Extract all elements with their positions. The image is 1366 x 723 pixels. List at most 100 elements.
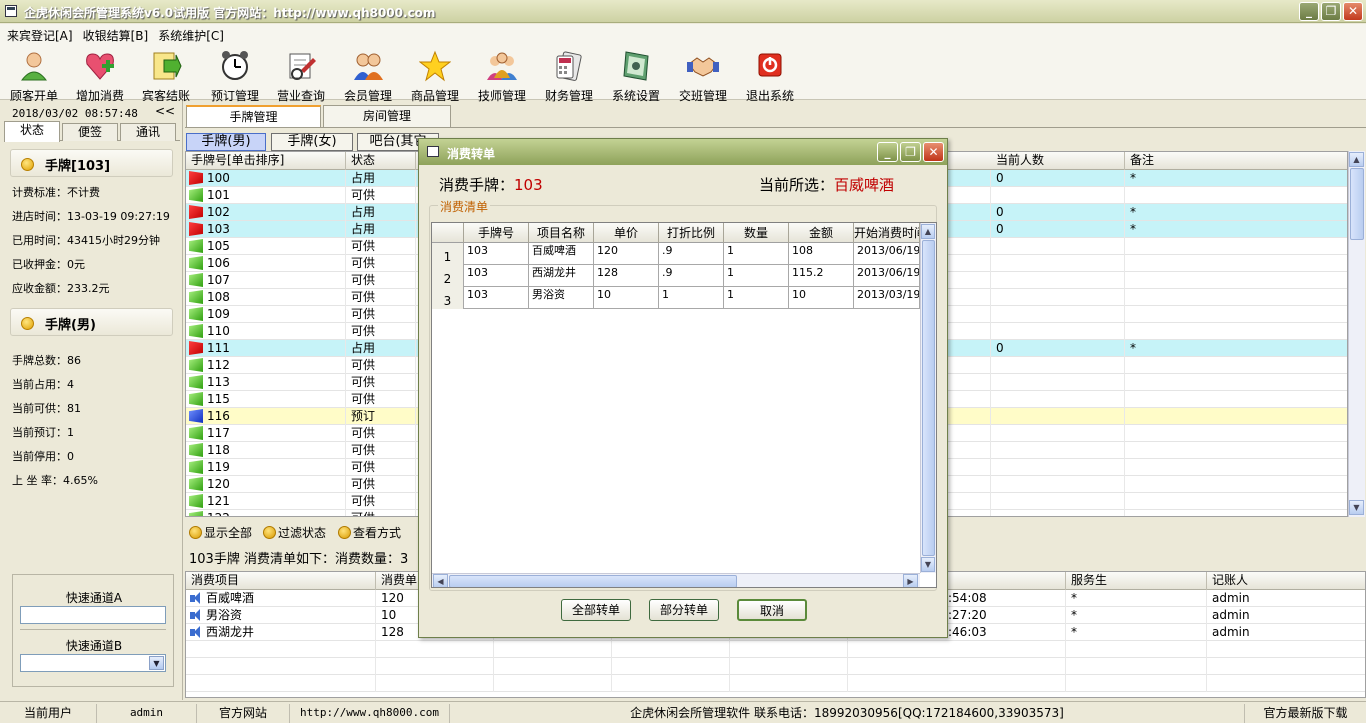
system-settings-button[interactable]: 系统设置: [603, 48, 669, 103]
cancel-button[interactable]: 取消: [737, 599, 807, 621]
cell-price: 120: [594, 243, 659, 265]
add-consume-button[interactable]: 增加消费: [67, 48, 133, 103]
cell-card: 110: [186, 323, 346, 340]
technician-management-button[interactable]: 技师管理: [469, 48, 535, 103]
dialog-minimize-button[interactable]: _: [877, 142, 898, 162]
quick-channel-a-input[interactable]: [20, 606, 166, 624]
exit-system-button[interactable]: 退出系统: [737, 48, 803, 103]
tab-male-cards[interactable]: 手牌(男): [186, 133, 266, 151]
query-icon: [289, 53, 316, 80]
col-card-no[interactable]: 手牌号[单击排序]: [186, 152, 346, 170]
tab-female-cards[interactable]: 手牌(女): [271, 133, 353, 151]
card-number: 118: [207, 443, 230, 457]
menu-bar: 来宾登记[A] 收银结算[B] 系统维护[C]: [0, 24, 1366, 44]
minimize-button[interactable]: _: [1299, 2, 1319, 21]
menu-system[interactable]: 系统维护[C]: [151, 24, 227, 44]
close-button[interactable]: ✕: [1343, 2, 1363, 21]
table-row: [186, 675, 1365, 692]
scroll-right-icon[interactable]: ▶: [903, 574, 918, 587]
flag-icon: [189, 324, 203, 338]
flag-icon: [189, 443, 203, 457]
col-amount[interactable]: 金额: [789, 223, 854, 243]
consume-list-grid: 手牌号 项目名称 单价 打折比例 数量 金额 开始消费时间 1 103 百威啤酒 12…: [431, 222, 937, 588]
download-latest-link[interactable]: 官方最新版下载: [1245, 704, 1366, 723]
scroll-up-icon[interactable]: ▲: [921, 224, 935, 239]
cell-blank: [494, 641, 612, 658]
transfer-partial-button[interactable]: 部分转单: [649, 599, 719, 621]
cell-blank: [848, 658, 1066, 675]
left-panel: 2018/03/02 08:57:48 << 状态 便签 通讯 手牌[103] …: [0, 101, 183, 700]
transfer-all-button[interactable]: 全部转单: [561, 599, 631, 621]
customer-order-button[interactable]: 顾客开单: [1, 48, 67, 103]
dialog-title-bar: 消费转单 _ ❐ ✕: [419, 139, 947, 165]
tab-notes[interactable]: 便签: [62, 123, 118, 141]
shift-management-button[interactable]: 交班管理: [670, 48, 736, 103]
member-management-button[interactable]: 会员管理: [335, 48, 401, 103]
tab-room-management[interactable]: 房间管理: [323, 105, 451, 127]
cell-waiter: *: [1066, 607, 1207, 624]
dgrid-hscroll[interactable]: ◀ ▶: [432, 573, 920, 587]
cell-clerk: admin: [1207, 590, 1365, 607]
filter-status-button[interactable]: 过滤状态: [263, 524, 326, 541]
tab-status[interactable]: 状态: [4, 121, 60, 142]
col-people[interactable]: 当前人数: [991, 152, 1125, 170]
dialog-table-row[interactable]: 1 103 百威啤酒 120.9 1 108 2013/06/19: [432, 243, 920, 265]
scroll-thumb[interactable]: [1350, 168, 1364, 240]
col-note[interactable]: 备注: [1125, 152, 1347, 170]
dialog-table-row[interactable]: 2 103 西湖龙井 128.9 1 115.2 2013/06/19: [432, 265, 920, 287]
tab-card-management[interactable]: 手牌管理: [186, 105, 321, 127]
cell-note: [1125, 442, 1347, 459]
col-item[interactable]: 消费项目: [186, 572, 376, 590]
cell-people: [991, 476, 1125, 493]
col-start-time[interactable]: 开始消费时间: [854, 223, 920, 243]
official-site-link[interactable]: http://www.qh8000.com: [290, 704, 450, 723]
scroll-down-icon[interactable]: ▼: [921, 557, 935, 572]
menu-guest-register[interactable]: 来宾登记[A]: [0, 24, 76, 44]
finance-management-button[interactable]: 财务管理: [536, 48, 602, 103]
filter-label: 过滤状态: [278, 526, 327, 540]
tab-contacts[interactable]: 通讯: [120, 123, 176, 141]
cell-blank: [1066, 675, 1207, 692]
dgrid-vscroll[interactable]: ▲ ▼: [920, 223, 936, 573]
col-card[interactable]: 手牌号: [464, 223, 529, 243]
card-number: 122: [207, 511, 230, 516]
male-card-section-header: 手牌(男): [10, 308, 173, 336]
scroll-up-icon[interactable]: ▲: [1349, 152, 1364, 167]
cell-status: 占用: [346, 170, 416, 187]
scroll-thumb[interactable]: [449, 575, 737, 587]
flag-icon: [189, 290, 203, 304]
status-bar: 当前用户 admin 官方网站 http://www.qh8000.com 企虎…: [0, 701, 1366, 723]
col-waiter[interactable]: 服务生: [1066, 572, 1207, 590]
cell-status: 可供: [346, 255, 416, 272]
grid-scrollbar[interactable]: ▲ ▼: [1348, 151, 1365, 517]
col-status[interactable]: 状态: [346, 152, 416, 170]
scroll-down-icon[interactable]: ▼: [1349, 500, 1364, 515]
view-mode-button[interactable]: 查看方式: [338, 524, 401, 541]
window-title: 企虎休闲会所管理系统v6.0试用版 官方网站：http://www.qh8000…: [24, 6, 436, 20]
goods-management-button[interactable]: 商品管理: [402, 48, 468, 103]
dialog-table-row[interactable]: 3 103 男浴资 10 1 1 10 2013/03/19: [432, 287, 920, 309]
quick-channel-b-select[interactable]: ▼: [20, 654, 166, 672]
col-price[interactable]: 单价: [594, 223, 659, 243]
cell-status: 可供: [346, 493, 416, 510]
checkout-button[interactable]: 宾客结账: [133, 48, 199, 103]
restore-button[interactable]: ❐: [1321, 2, 1341, 21]
show-all-button[interactable]: 显示全部: [189, 524, 252, 541]
cell-people: 0: [991, 340, 1125, 357]
col-quantity[interactable]: 数量: [724, 223, 789, 243]
reservation-button[interactable]: 预订管理: [202, 48, 268, 103]
card-number: 120: [207, 477, 230, 491]
flag-icon: [189, 256, 203, 270]
menu-cashier[interactable]: 收银结算[B]: [76, 24, 152, 44]
members-icon: [354, 53, 383, 80]
dialog-close-button[interactable]: ✕: [923, 142, 944, 162]
col-discount[interactable]: 打折比例: [659, 223, 724, 243]
dialog-maximize-button[interactable]: ❐: [900, 142, 921, 162]
col-name[interactable]: 项目名称: [529, 223, 594, 243]
collapse-panel-button[interactable]: <<: [155, 104, 175, 118]
scroll-left-icon[interactable]: ◀: [433, 574, 448, 587]
business-query-button[interactable]: 营业查询: [268, 48, 334, 103]
scroll-thumb[interactable]: [922, 240, 935, 556]
col-clerk[interactable]: 记账人: [1207, 572, 1365, 590]
flag-icon: [189, 409, 203, 423]
